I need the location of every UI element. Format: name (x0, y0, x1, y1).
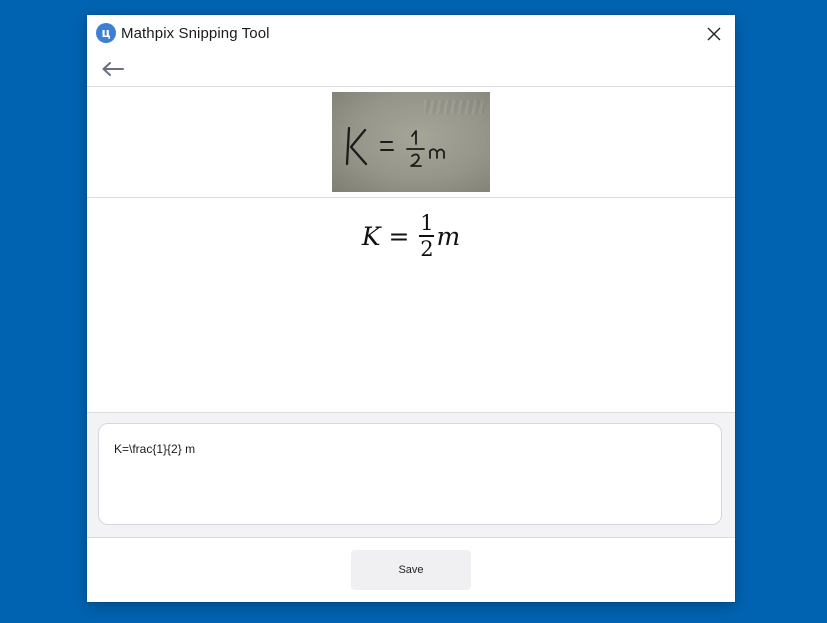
mathpix-logo-icon: ц (96, 23, 116, 43)
eq-fraction: 1 2 (419, 211, 435, 261)
back-button[interactable] (101, 59, 129, 79)
eq-numerator: 1 (420, 211, 434, 236)
divider-top (87, 86, 735, 87)
save-button[interactable]: Save (351, 550, 471, 590)
mathpix-window: ц Mathpix Snipping Tool K = 1 2 m K=\fra… (87, 15, 735, 602)
eq-equals: = (388, 221, 410, 251)
editor-panel: K=\frac{1}{2} m (87, 413, 735, 537)
footer: Save (87, 538, 735, 602)
close-icon (707, 27, 721, 41)
handwriting (345, 126, 445, 167)
snip-image (332, 92, 490, 192)
window-title: Mathpix Snipping Tool (121, 25, 270, 42)
close-button[interactable] (701, 21, 727, 47)
latex-editor-text[interactable]: K=\frac{1}{2} m (114, 442, 195, 456)
back-arrow-icon (102, 62, 124, 76)
eq-denominator: 2 (420, 236, 434, 261)
title-bar: ц Mathpix Snipping Tool (87, 15, 735, 51)
eq-lhs: K (361, 221, 381, 251)
eq-rhs: m (436, 221, 461, 251)
divider-middle (87, 197, 735, 198)
latex-editor[interactable]: K=\frac{1}{2} m (98, 423, 722, 525)
rendered-equation: K = 1 2 m (87, 205, 735, 267)
